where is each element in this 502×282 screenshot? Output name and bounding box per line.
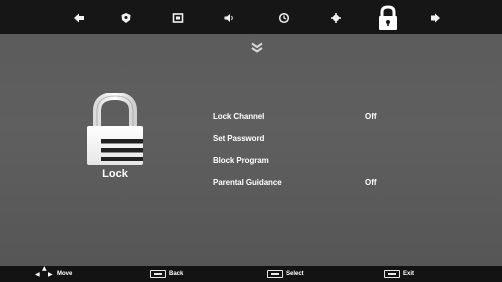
arrows-icon: ▲ ◀ ▶	[35, 265, 53, 278]
menu-item-parental-guidance[interactable]: Parental Guidance Off	[213, 178, 403, 192]
section-title: Lock	[102, 168, 128, 180]
setup-icon[interactable]	[170, 10, 186, 26]
menu-item-label: Parental Guidance	[213, 178, 282, 187]
top-menu-bar	[0, 0, 502, 34]
lock-illustration-icon	[83, 91, 147, 167]
menu-item-lock-channel[interactable]: Lock Channel Off	[213, 112, 403, 126]
back-key-icon	[150, 270, 166, 278]
menu-item-label: Lock Channel	[213, 112, 265, 121]
help-select-label: Select	[286, 271, 304, 277]
menu-item-label: Block Program	[213, 156, 269, 165]
lock-icon[interactable]	[372, 4, 404, 32]
channel-icon[interactable]	[118, 10, 134, 26]
menu-item-label: Set Password	[213, 134, 265, 143]
tv-lock-menu-screen: Lock Lock Channel Off Set Password Block…	[0, 0, 502, 282]
media-icon[interactable]	[427, 10, 443, 26]
help-back-label: Back	[169, 271, 184, 277]
option-icon[interactable]	[328, 10, 344, 26]
help-exit: Exit	[384, 269, 414, 279]
picture-icon[interactable]	[71, 10, 87, 26]
help-back: Back	[150, 269, 183, 279]
help-move: ▲ ◀ ▶ Move	[35, 265, 73, 279]
help-bar: ▲ ◀ ▶ Move Back Select Exit	[0, 266, 502, 282]
time-icon[interactable]	[276, 10, 292, 26]
exit-key-icon	[384, 270, 400, 278]
menu-item-set-password[interactable]: Set Password	[213, 134, 403, 148]
menu-item-block-program[interactable]: Block Program	[213, 156, 403, 170]
help-exit-label: Exit	[403, 271, 415, 277]
select-key-icon	[267, 270, 283, 278]
menu-item-value: Off	[365, 112, 377, 121]
menu-item-value: Off	[365, 178, 377, 187]
chevron-double-down-icon	[250, 41, 264, 53]
help-move-label: Move	[57, 271, 73, 277]
help-select: Select	[267, 269, 304, 279]
sound-icon[interactable]	[221, 10, 237, 26]
